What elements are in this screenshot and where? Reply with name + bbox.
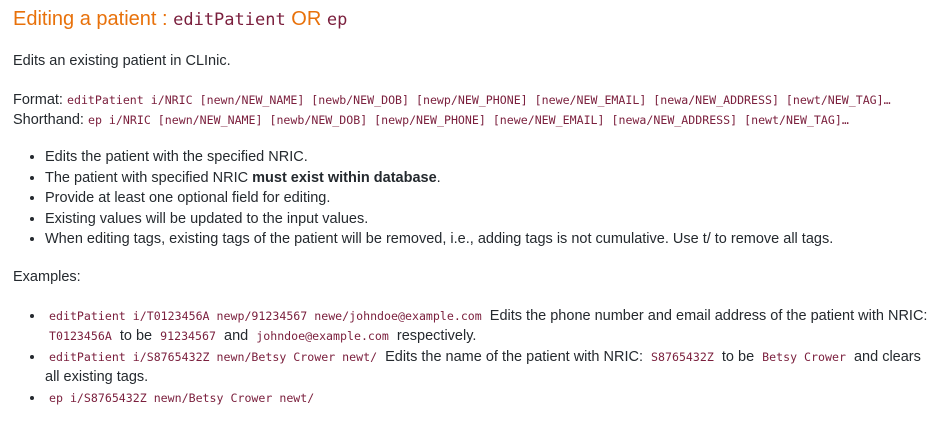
note-text: . [436,169,441,186]
notes-list: Edits the patient with the specified NRI… [13,147,933,250]
list-item: editPatient i/T0123456A newp/91234567 ne… [45,306,933,347]
list-item: editPatient i/S8765432Z newn/Betsy Crowe… [45,347,933,388]
example-text: Edits the name of the patient with NRIC: [385,348,643,365]
example-text: and [224,328,249,345]
section-heading: Editing a patient : editPatient OR ep [13,6,933,33]
example-value: T0123456A [49,329,112,344]
examples-list: editPatient i/T0123456A newp/91234567 ne… [13,306,933,409]
example-text: to be [721,348,755,365]
example-text: respectively. [396,328,477,345]
list-item: When editing tags, existing tags of the … [45,229,933,250]
list-item: Edits the patient with the specified NRI… [45,147,933,168]
shorthand-line: Shorthand: ep i/NRIC [newn/NEW_NAME] [ne… [13,110,933,130]
heading-shorthand: ep [326,10,348,30]
heading-or: OR [285,8,327,30]
heading-text: Editing a patient : [13,8,174,30]
note-emphasis: must exist within database [252,169,437,186]
note-text: The patient with specified NRIC [45,169,253,186]
list-item: Provide at least one optional field for … [45,188,933,209]
example-value: johndoe@example.com [256,329,389,344]
example-value: Betsy Crower [762,349,846,364]
example-command: editPatient i/T0123456A newp/91234567 ne… [49,308,482,323]
example-text: to be [119,328,153,345]
shorthand-value: ep i/NRIC [newn/NEW_NAME] [newb/NEW_DOB]… [87,113,849,127]
intro-text: Edits an existing patient in CLInic. [13,53,231,69]
shorthand-label: Shorthand: [13,112,88,128]
list-item: The patient with specified NRIC must exi… [45,168,933,189]
example-command: editPatient i/S8765432Z newn/Betsy Crowe… [49,349,378,364]
example-text: Edits the phone number and email address… [489,307,928,324]
heading-command: editPatient [173,10,286,30]
format-block: Format: editPatient i/NRIC [newn/NEW_NAM… [13,90,933,130]
example-command: ep i/S8765432Z newn/Betsy Crower newt/ [49,390,315,405]
format-value: editPatient i/NRIC [newn/NEW_NAME] [newb… [66,93,891,107]
example-value: 91234567 [160,329,216,344]
examples-label: Examples: [13,268,81,285]
doc-section: Editing a patient : editPatient OR ep Ed… [13,0,933,408]
format-label: Format: [13,92,67,108]
example-value: S8765432Z [651,349,714,364]
list-item: ep i/S8765432Z newn/Betsy Crower newt/ [45,388,933,409]
list-item: Existing values will be updated to the i… [45,209,933,230]
format-line: Format: editPatient i/NRIC [newn/NEW_NAM… [13,90,933,110]
